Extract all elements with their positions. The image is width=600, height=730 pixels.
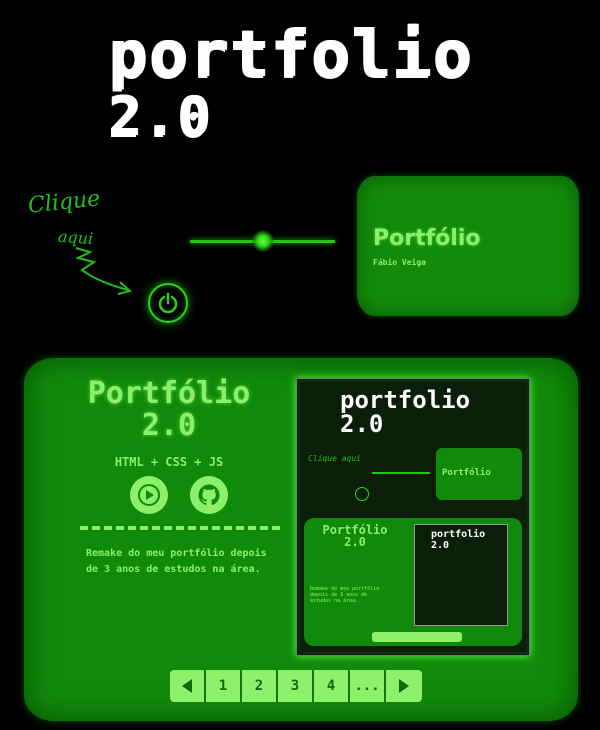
preview-nested-shot: portfolio 2.0: [414, 524, 508, 626]
title-line-1: portfolio: [108, 18, 473, 92]
mini-screen-subtitle: Fábio Veiga: [373, 258, 426, 267]
preview-pager: [372, 632, 462, 642]
pagination-page-4[interactable]: 4: [314, 670, 350, 702]
github-icon: [198, 484, 220, 506]
project-title: Portfólio 2.0: [74, 378, 264, 442]
project-description: Remake do meu portfólio depois de 3 anos…: [86, 548, 267, 575]
signal-glow: [252, 230, 274, 252]
play-icon: [138, 484, 160, 506]
preview-title: portfolio 2.0: [340, 388, 470, 436]
title-line-2: 2.0: [108, 85, 212, 148]
mini-screen-title: Portfólio: [373, 226, 481, 251]
project-preview-image[interactable]: portfolio 2.0 Clique aqui Portfólio Port…: [296, 378, 530, 656]
pagination-page-2[interactable]: 2: [242, 670, 278, 702]
pagination-prev-button[interactable]: [170, 670, 206, 702]
page-title: portfolio 2.0: [108, 22, 473, 146]
preview-nested-title: portfolio 2.0: [431, 529, 486, 551]
arrow-right-icon: [399, 679, 409, 693]
preview-title-line-2: 2.0: [340, 410, 384, 438]
power-icon: [158, 292, 178, 314]
mini-screen[interactable]: Portfólio Fábio Veiga: [357, 176, 579, 316]
arrow-left-icon: [182, 679, 192, 693]
power-button[interactable]: [148, 283, 188, 323]
project-title-line-2: 2.0: [141, 408, 197, 443]
project-title-line-1: Portfólio: [87, 376, 251, 411]
preview-beam: [372, 472, 430, 474]
preview-power-icon: [355, 487, 369, 501]
github-button[interactable]: [190, 476, 228, 514]
pagination-next-button[interactable]: [386, 670, 422, 702]
play-button[interactable]: [130, 476, 168, 514]
preview-big-title: Portfólio 2.0: [322, 523, 388, 549]
pagination-page-3[interactable]: 3: [278, 670, 314, 702]
preview-content: portfolio 2.0 Clique aqui Portfólio Port…: [300, 382, 526, 652]
preview-big-desc: Remake do meu portfólio depois de 3 anos…: [310, 586, 380, 604]
divider: [80, 526, 280, 530]
project-screen: Portfólio 2.0 HTML + CSS + JS Remake do …: [24, 358, 578, 721]
pagination-ellipsis[interactable]: ...: [350, 670, 386, 702]
tech-stack: HTML + CSS + JS: [114, 455, 224, 469]
preview-big-screen: Portfólio 2.0 Remake do meu portfólio de…: [304, 518, 522, 646]
preview-mini-label: Portfólio: [442, 468, 491, 478]
pagination: 1 2 3 4 ...: [170, 670, 422, 702]
preview-hint: Clique aqui: [308, 454, 361, 463]
preview-mini-screen: Portfólio: [436, 448, 522, 500]
pagination-page-1[interactable]: 1: [206, 670, 242, 702]
